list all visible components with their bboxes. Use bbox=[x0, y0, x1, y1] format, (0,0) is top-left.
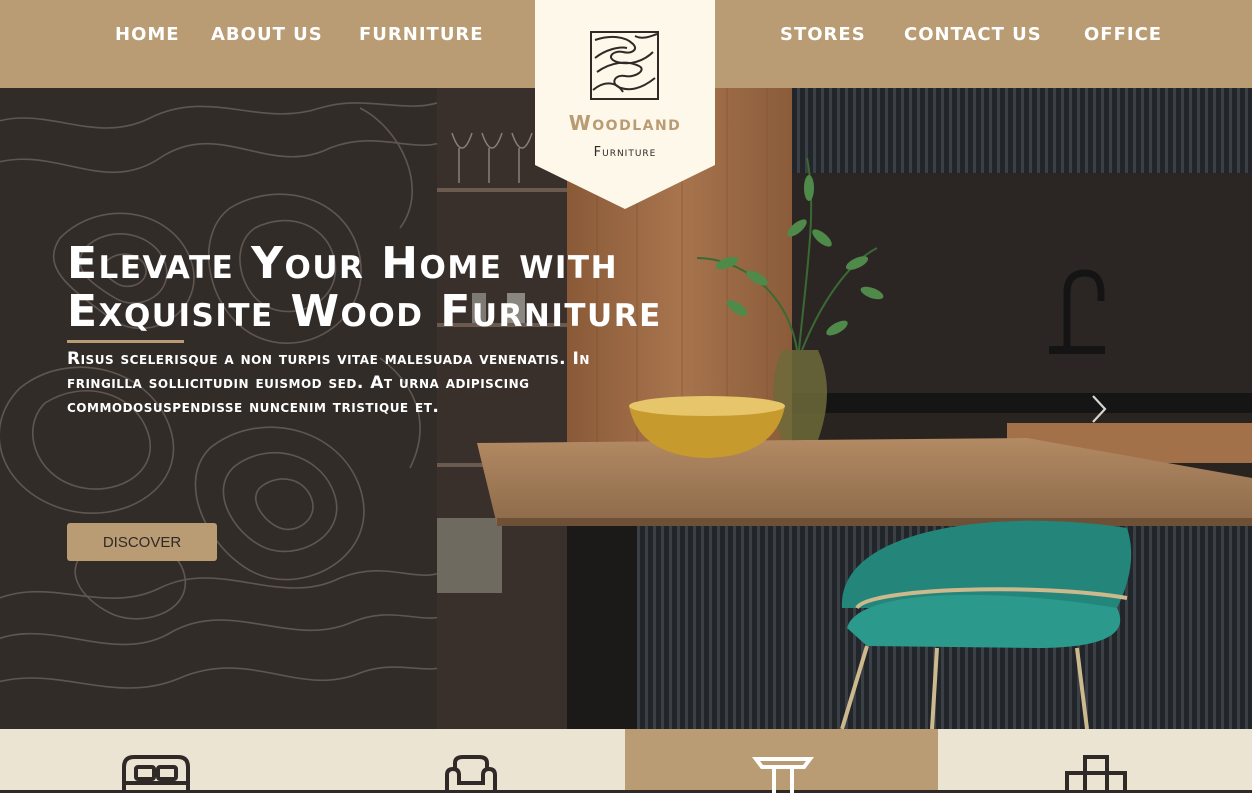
hero-headline: Elevate Your Home with Exquisite Wood Fu… bbox=[67, 238, 662, 337]
category-strip bbox=[0, 729, 1252, 793]
category-bed[interactable] bbox=[0, 729, 313, 793]
nav-office[interactable]: OFFICE bbox=[1084, 22, 1162, 48]
logo-badge-shape bbox=[535, 0, 715, 209]
bed-icon bbox=[122, 755, 190, 793]
logo-name: Woodland bbox=[568, 111, 682, 135]
table-icon bbox=[752, 757, 814, 793]
nav-about-us[interactable]: ABOUT US bbox=[211, 22, 323, 48]
category-armchair[interactable] bbox=[313, 729, 626, 793]
shelf-icon bbox=[1065, 755, 1127, 793]
discover-button[interactable]: DISCOVER bbox=[67, 523, 217, 561]
nav-home[interactable]: HOME bbox=[115, 22, 180, 48]
logo-subtitle: Furniture bbox=[593, 145, 657, 160]
category-table[interactable] bbox=[625, 729, 938, 793]
hero-subtext: Risus scelerisque a non turpis vitae mal… bbox=[67, 349, 590, 417]
chevron-right-icon[interactable] bbox=[1086, 392, 1112, 426]
nav-stores[interactable]: STORES bbox=[780, 22, 866, 48]
nav-contact-us[interactable]: CONTACT US bbox=[904, 22, 1042, 48]
armchair-icon bbox=[445, 755, 497, 793]
nav-furniture[interactable]: FURNITURE bbox=[359, 22, 484, 48]
category-shelf[interactable] bbox=[939, 729, 1252, 793]
brand-logo[interactable]: Woodland Furniture bbox=[535, 0, 715, 210]
headline-underline bbox=[67, 340, 184, 343]
hero-copy: Elevate Your Home with Exquisite Wood Fu… bbox=[67, 240, 667, 419]
